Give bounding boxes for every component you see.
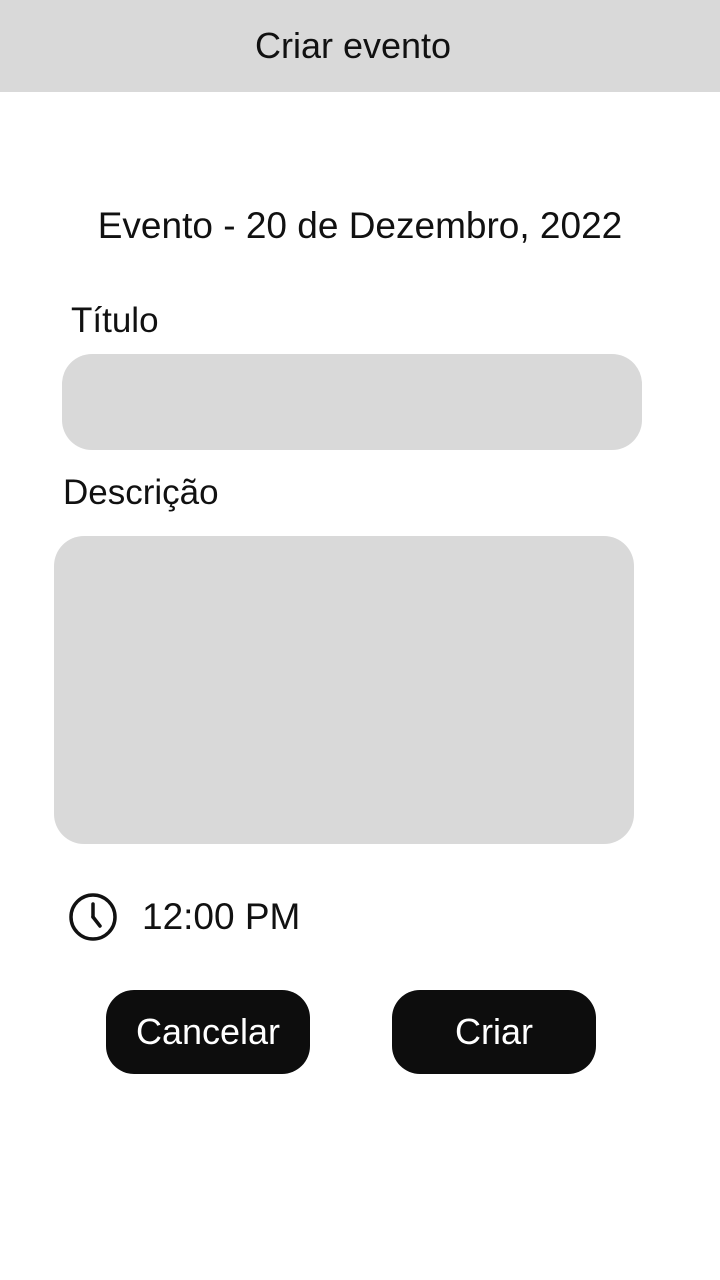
title-input[interactable] — [62, 354, 642, 450]
clock-icon — [69, 893, 117, 941]
event-date-heading: Evento - 20 de Dezembro, 2022 — [97, 205, 623, 246]
description-label: Descrição — [63, 473, 219, 512]
create-button[interactable]: Criar — [392, 990, 596, 1074]
description-textarea[interactable] — [54, 536, 634, 844]
time-picker[interactable]: 12:00 PM — [68, 892, 300, 942]
header-title: Criar evento — [254, 25, 452, 66]
cancel-button-label: Cancelar — [135, 1011, 281, 1052]
create-button-label: Criar — [455, 1011, 533, 1052]
time-value: 12:00 PM — [142, 896, 301, 937]
cancel-button[interactable]: Cancelar — [106, 990, 310, 1074]
title-label: Título — [71, 301, 159, 340]
app-header: Criar evento — [0, 0, 720, 92]
